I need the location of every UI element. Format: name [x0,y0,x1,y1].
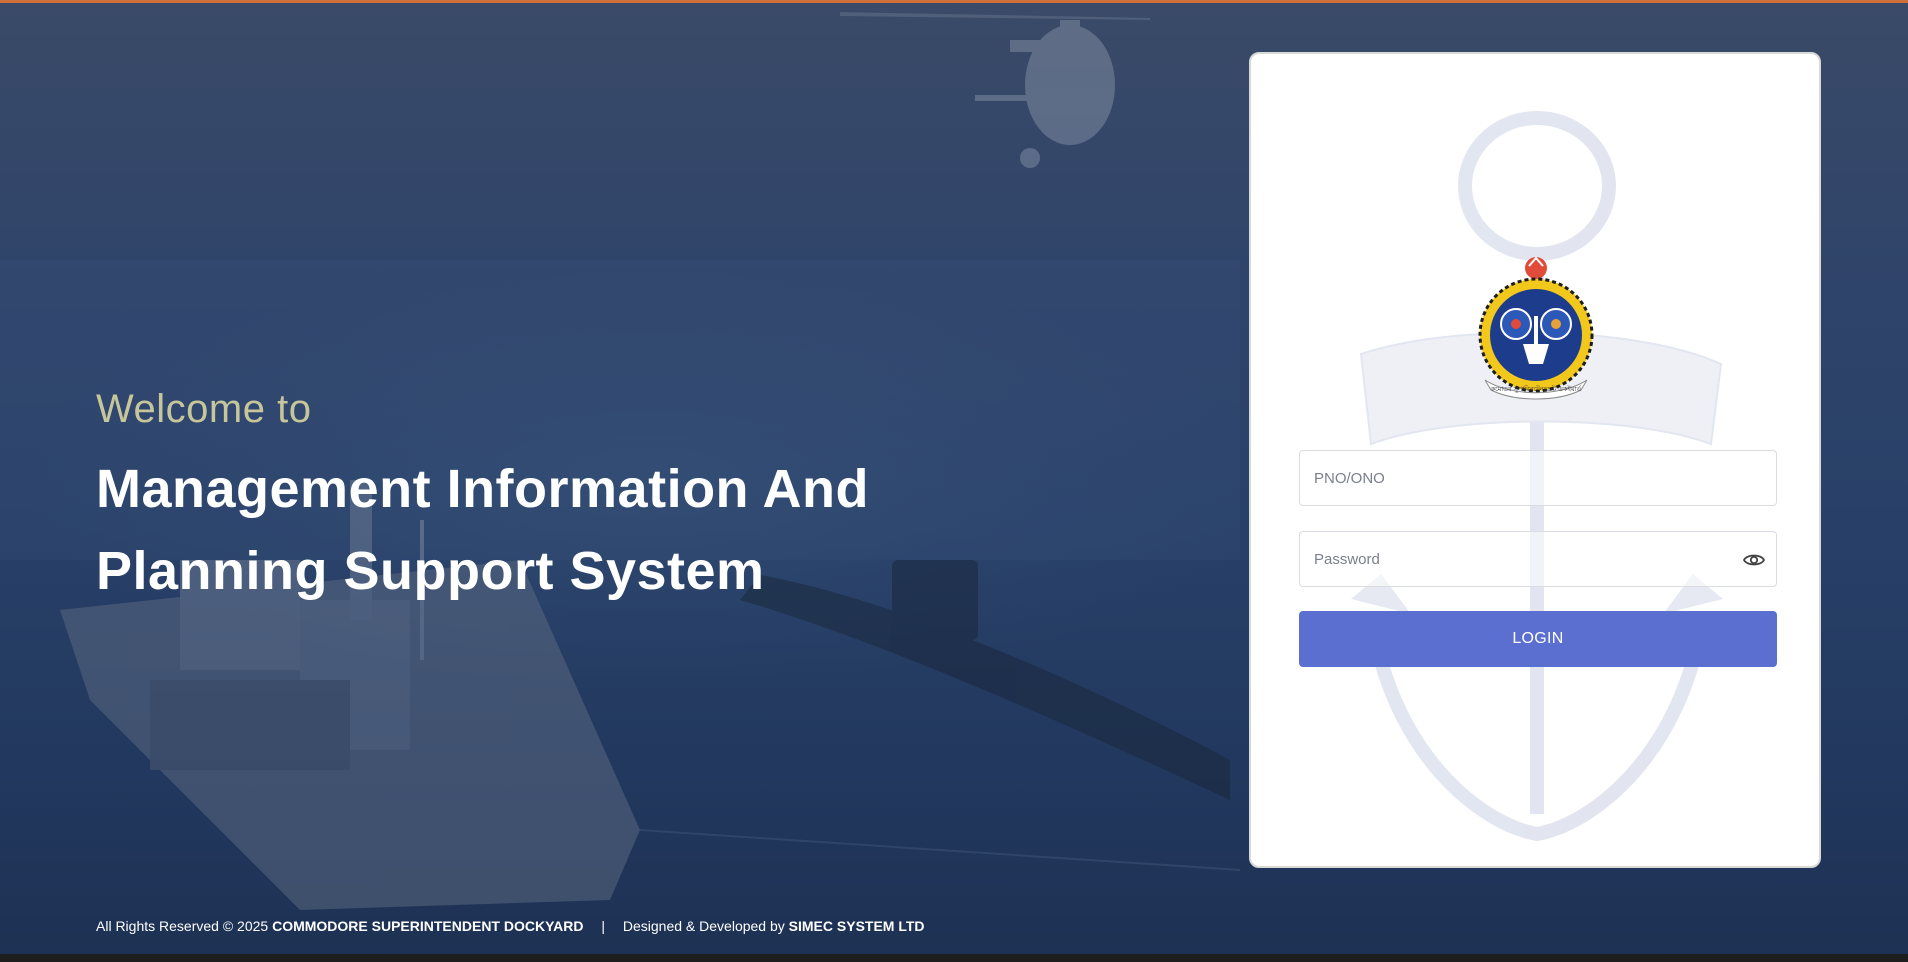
pno-input[interactable] [1300,451,1776,505]
dockyard-emblem-logo: কমোডর সুপারিনটেনডেন্ট ডকইয়ার্ড [1478,256,1594,400]
pno-field-wrapper [1299,450,1777,506]
footer-separator: | [601,918,605,934]
system-title: Management Information And Planning Supp… [96,448,1096,612]
footer: All Rights Reserved © 2025 COMMODORE SUP… [96,918,925,934]
helicopter-image [840,12,1150,168]
password-input[interactable] [1300,532,1776,586]
bottom-taskbar-strip [0,954,1908,962]
hero-section: Welcome to Management Information And Pl… [96,382,1096,612]
footer-organization: COMMODORE SUPERINTENDENT DOCKYARD [272,918,584,934]
footer-rights-text: All Rights Reserved © 2025 [96,918,269,934]
emblem-caption: কমোডর সুপারিনটেনডেন্ট ডকইয়ার্ড [1490,384,1583,393]
top-accent-bar [0,0,1908,3]
password-field-wrapper [1299,531,1777,587]
footer-developer: SIMEC SYSTEM LTD [788,918,925,934]
login-button[interactable]: LOGIN [1299,611,1777,667]
eye-icon[interactable] [1742,548,1766,572]
system-title-line1: Management Information And [96,459,870,519]
footer-designed-text: Designed & Developed by [622,918,785,934]
login-card: কমোডর সুপারিনটেনডেন্ট ডকইয়ার্ড LOGIN [1249,52,1821,868]
welcome-heading: Welcome to [96,387,312,431]
system-title-line2: Planning Support System [96,541,765,601]
